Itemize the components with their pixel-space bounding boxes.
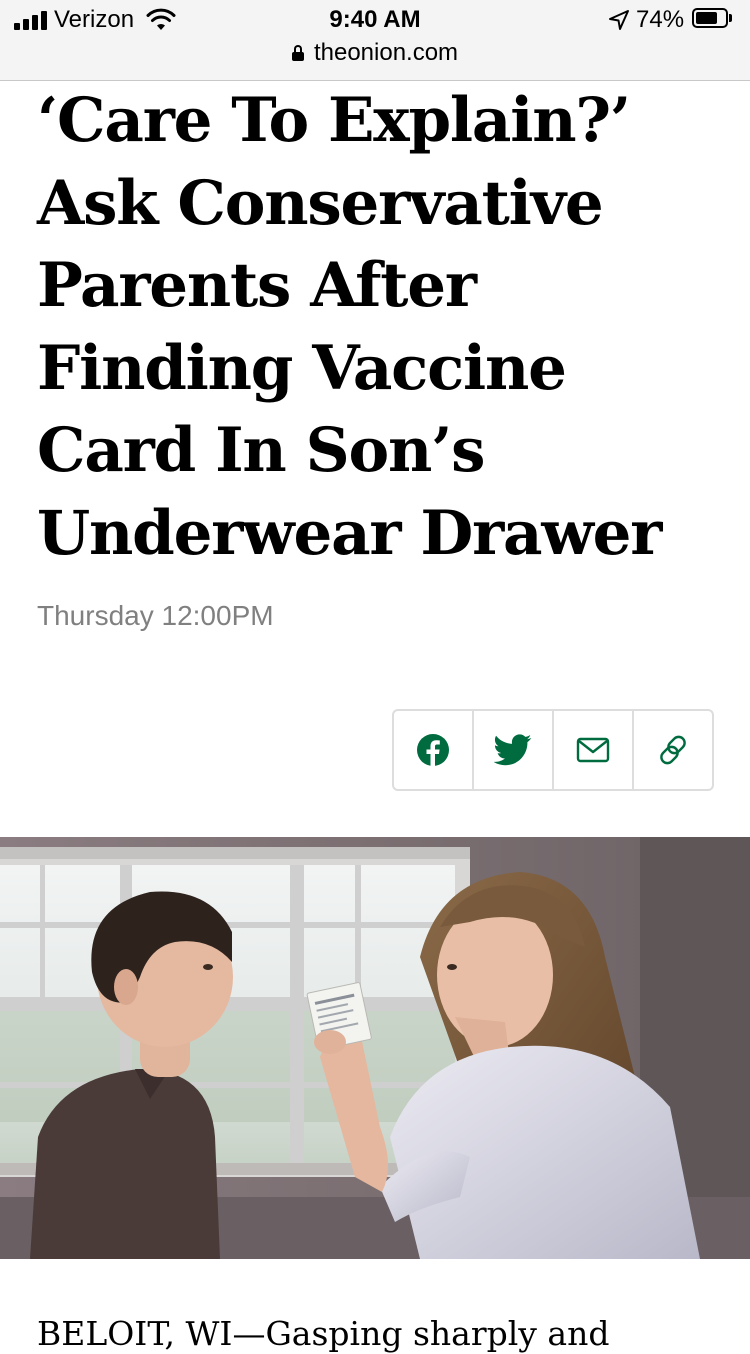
share-bar [392,709,714,791]
battery-icon [692,8,728,28]
status-bar: Verizon 9:40 AM 74% theonion.com [0,0,750,81]
article-lede: BELOIT, WI—Gasping sharply and [37,1314,610,1353]
battery-percent: 74% [636,6,685,33]
article-dateline[interactable]: Thursday 12:00PM [37,598,274,634]
address-bar[interactable]: theonion.com [0,38,750,68]
article-hero-image[interactable] [0,837,750,1259]
copy-link-button[interactable] [634,711,712,789]
facebook-icon [417,734,449,766]
url-text: theonion.com [313,39,459,66]
battery-level [696,12,717,24]
share-twitter-button[interactable] [474,711,554,789]
twitter-icon [494,734,532,766]
battery-tip [729,14,732,22]
hero-photo-illustration [0,837,750,1259]
location-arrow-icon [609,10,629,30]
share-facebook-button[interactable] [394,711,474,789]
share-email-button[interactable] [554,711,634,789]
lock-icon [291,45,304,61]
link-icon [660,735,686,765]
article-headline: ‘Care To Explain?’ Ask Conservative Pare… [37,85,662,569]
email-icon [576,737,610,763]
